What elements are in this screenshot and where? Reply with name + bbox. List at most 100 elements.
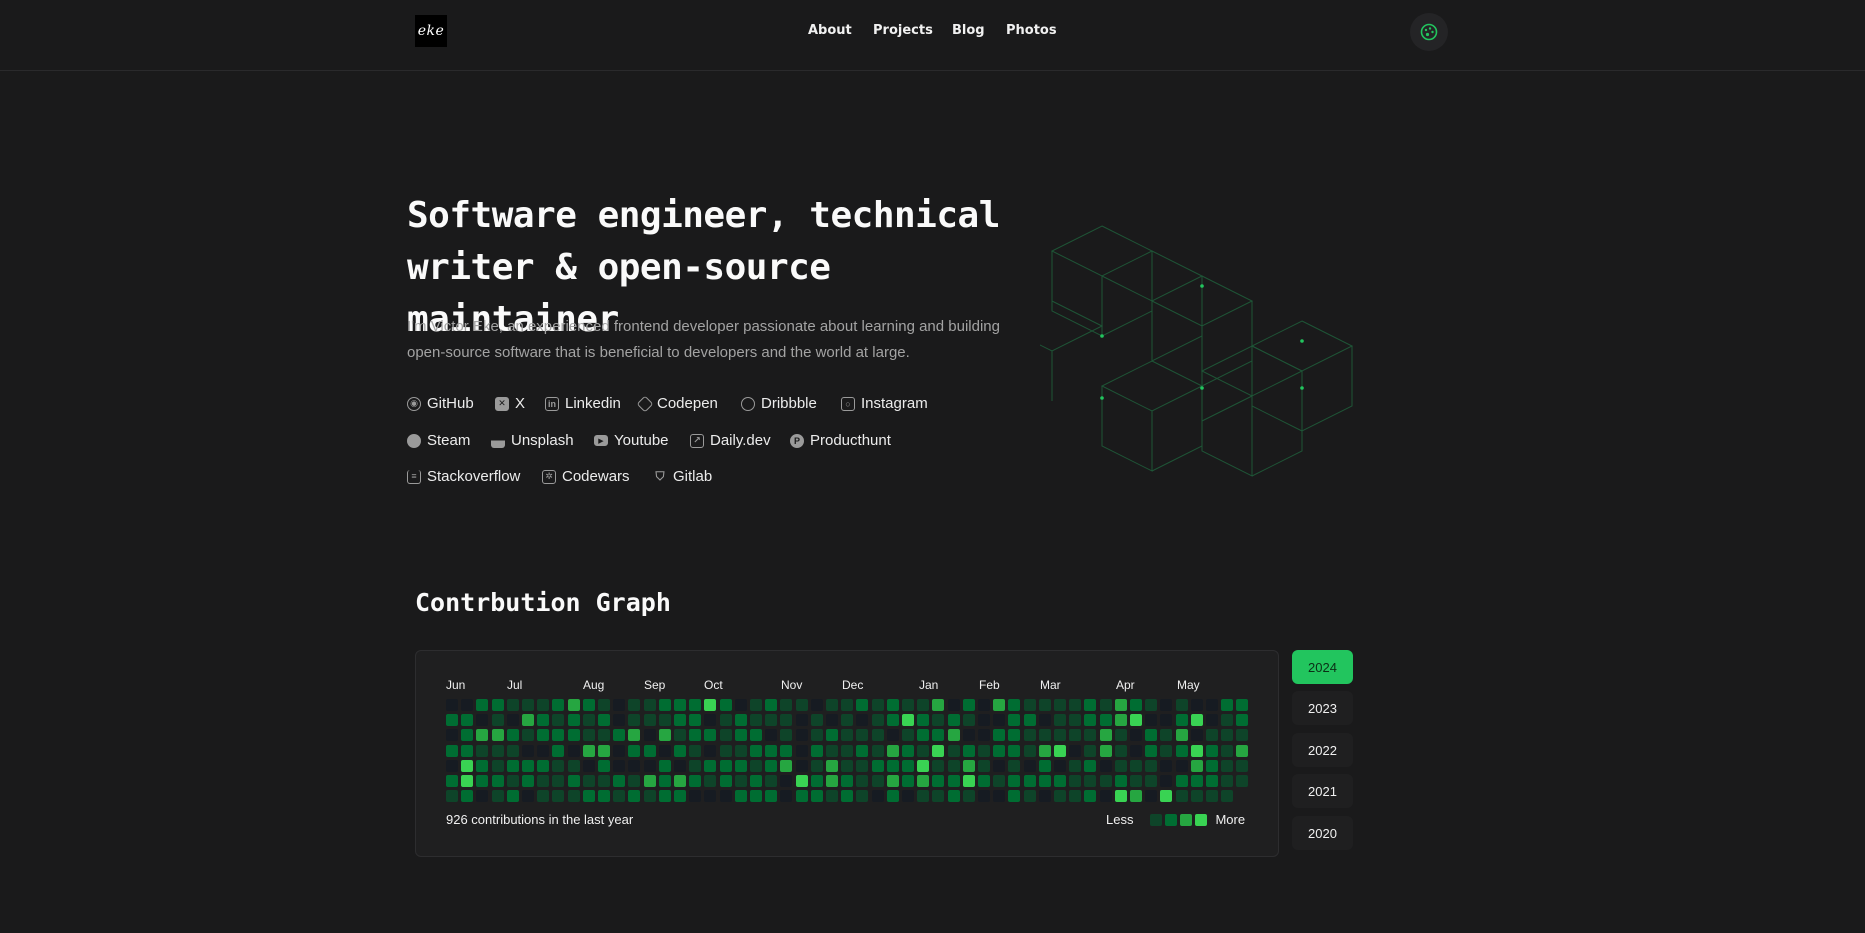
legend-more-label: More <box>1215 812 1246 827</box>
contribution-cell <box>1145 729 1158 742</box>
contribution-cell <box>1206 759 1218 772</box>
social-link-steam[interactable]: Steam <box>407 432 470 449</box>
contribution-cell <box>1054 729 1066 742</box>
contribution-cell <box>1008 744 1021 757</box>
social-link-codewars[interactable]: ✲ Codewars <box>542 468 630 485</box>
contribution-cell <box>1038 759 1051 772</box>
year-button-2024[interactable]: 2024 <box>1292 650 1353 684</box>
social-link-unsplash[interactable]: Unsplash <box>491 432 574 449</box>
contribution-cell <box>978 699 990 711</box>
contribution-cell <box>932 744 945 757</box>
social-link-producthunt[interactable]: P Producthunt <box>790 432 891 449</box>
contribution-cell <box>689 759 702 772</box>
month-label: Mar <box>1040 678 1061 692</box>
contribution-cell <box>1130 699 1142 711</box>
contribution-cell <box>993 699 1006 711</box>
contribution-cell <box>552 744 565 757</box>
contribution-cell <box>947 744 960 757</box>
contribution-cell <box>613 699 626 711</box>
contribution-cell <box>613 744 626 757</box>
social-link-github[interactable]: ◉ GitHub <box>407 395 474 412</box>
legend-swatch <box>1180 813 1193 826</box>
social-link-instagram[interactable]: ○ Instagram <box>841 395 928 412</box>
contribution-cell <box>1099 699 1112 711</box>
social-link-dailydev[interactable]: ↗ Daily.dev <box>690 432 771 449</box>
contribution-cell <box>1084 744 1097 757</box>
contribution-cell <box>1190 775 1203 787</box>
contribution-cell <box>476 744 489 757</box>
contribution-cell <box>1221 744 1234 757</box>
contribution-cell <box>962 744 975 757</box>
nav-blog-link[interactable]: Blog <box>952 23 985 38</box>
contribution-cell <box>1236 729 1249 742</box>
contribution-cell <box>978 714 990 727</box>
contribution-cell <box>886 699 899 711</box>
contribution-cell <box>1023 699 1036 711</box>
contribution-cell <box>1130 714 1142 727</box>
contribution-cell <box>947 775 960 787</box>
contribution-cell <box>1054 775 1066 787</box>
contribution-cell <box>947 714 960 727</box>
social-link-dribbble[interactable]: Dribbble <box>741 395 817 412</box>
contribution-cell <box>552 714 565 727</box>
contribution-cell <box>506 729 519 742</box>
contribution-cell <box>841 699 854 711</box>
nav-photos-link[interactable]: Photos <box>1006 23 1057 38</box>
social-link-linkedin[interactable]: in Linkedin <box>545 395 621 412</box>
contribution-cell <box>765 729 778 742</box>
contribution-cell <box>1099 744 1112 757</box>
contribution-cell <box>704 744 717 757</box>
year-button-2023[interactable]: 2023 <box>1292 691 1353 725</box>
social-link-x[interactable]: ✕ X <box>495 395 525 412</box>
year-button-2020[interactable]: 2020 <box>1292 816 1353 850</box>
contribution-cell <box>643 729 656 742</box>
contribution-cell <box>902 714 914 727</box>
contribution-cell <box>871 744 884 757</box>
x-icon: ✕ <box>495 396 509 411</box>
contribution-cell <box>1145 759 1158 772</box>
contribution-cell <box>658 775 671 787</box>
contribution-cell <box>643 714 656 727</box>
contribution-cell <box>598 744 610 757</box>
contribution-cell <box>1145 714 1158 727</box>
palette-icon <box>1420 23 1438 41</box>
contribution-cell <box>461 699 474 711</box>
contribution-cell <box>750 790 762 803</box>
contribution-cell <box>993 790 1006 803</box>
contribution-cell <box>780 744 793 757</box>
contribution-cell <box>522 744 534 757</box>
contribution-cell <box>810 714 823 727</box>
contribution-cell <box>1114 699 1127 711</box>
contribution-cell <box>780 790 793 803</box>
contribution-cell <box>1190 790 1203 803</box>
contribution-cell <box>446 699 458 711</box>
contribution-cell <box>871 729 884 742</box>
contribution-cell <box>674 759 686 772</box>
theme-toggle-button[interactable] <box>1410 13 1448 51</box>
contribution-cell <box>1236 744 1249 757</box>
contribution-cell <box>1206 714 1218 727</box>
social-link-gitlab[interactable]: ⛉ Gitlab <box>653 468 712 485</box>
social-link-codepen[interactable]: Codepen <box>636 395 718 412</box>
contribution-cell <box>582 729 595 742</box>
social-link-youtube[interactable]: ▶ Youtube <box>594 432 669 449</box>
contribution-cell <box>993 744 1006 757</box>
contribution-cell <box>1130 759 1142 772</box>
contribution-cell <box>1114 744 1127 757</box>
nav-about-link[interactable]: About <box>808 23 852 38</box>
social-link-stackoverflow[interactable]: ≡ Stackoverflow <box>407 468 520 485</box>
contribution-cell <box>1190 699 1203 711</box>
contribution-cell <box>780 759 793 772</box>
contribution-cell <box>1008 775 1021 787</box>
year-button-2022[interactable]: 2022 <box>1292 733 1353 767</box>
nav-projects-link[interactable]: Projects <box>873 23 933 38</box>
contribution-cell <box>1099 759 1112 772</box>
year-button-2021[interactable]: 2021 <box>1292 774 1353 808</box>
contribution-cell <box>689 699 702 711</box>
contribution-cell <box>932 775 945 787</box>
contribution-cell <box>446 775 458 787</box>
contribution-cell <box>446 790 458 803</box>
contribution-cell <box>871 759 884 772</box>
contribution-cell <box>1069 790 1082 803</box>
contribution-cell <box>1099 790 1112 803</box>
